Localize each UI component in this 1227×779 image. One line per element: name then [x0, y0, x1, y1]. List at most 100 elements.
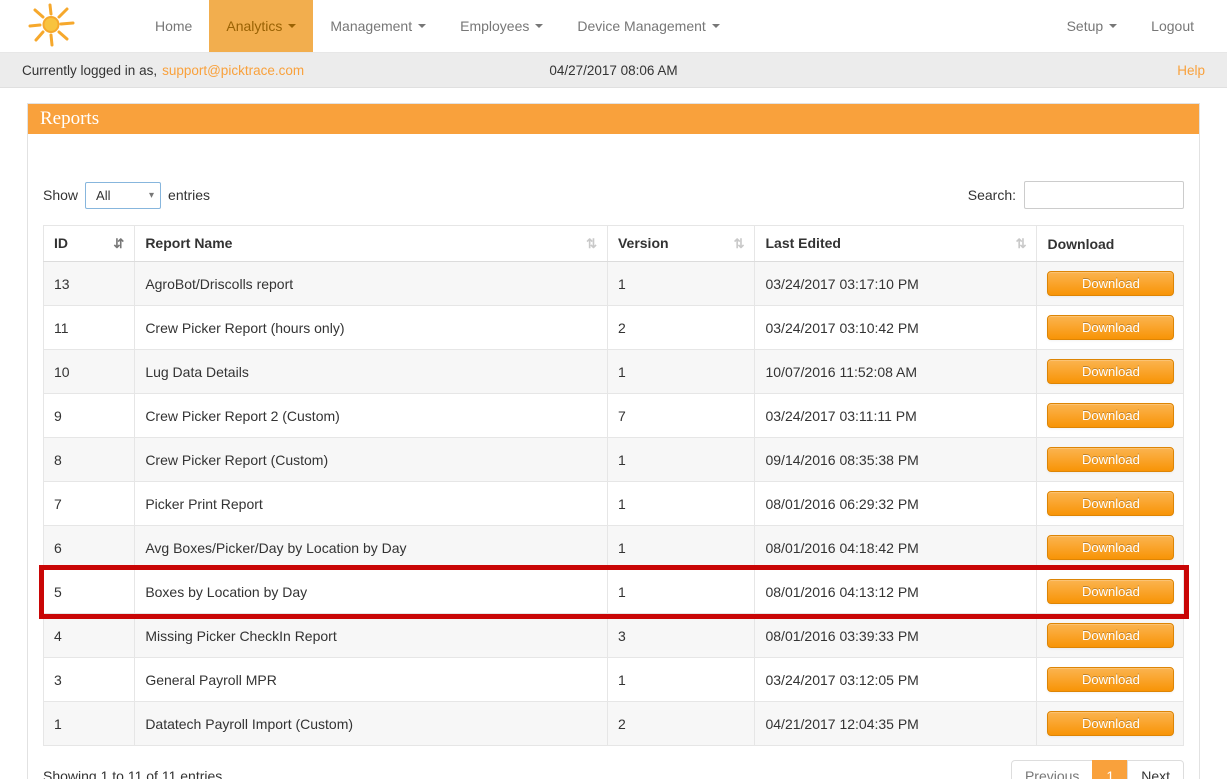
cell-download: Download [1036, 525, 1184, 570]
panel-title: Reports [28, 104, 1199, 134]
cell-download: Download [1036, 437, 1184, 482]
reports-table: ID ⇵ Report Name ⇅ Version ⇅ Last Edited ⇅ Downl… [38, 225, 1189, 746]
cell-name: Boxes by Location by Day [134, 569, 608, 614]
nav-item-device-management[interactable]: Device Management [560, 0, 736, 52]
nav-item-label: Employees [460, 18, 530, 34]
cell-download: Download [1036, 305, 1184, 350]
column-header-report-name[interactable]: Report Name ⇅ [134, 225, 608, 262]
picktrace-logo[interactable] [0, 0, 120, 52]
pagination-next-button[interactable]: Next [1127, 760, 1184, 779]
search-control: Search: [968, 181, 1184, 209]
table-header-row: ID ⇵ Report Name ⇅ Version ⇅ Last Edited ⇅ Downl… [42, 225, 1184, 262]
cell-last-edited: 08/01/2016 06:29:32 PM [754, 481, 1038, 526]
cell-id: 11 [42, 305, 136, 350]
download-button[interactable]: Download [1047, 359, 1175, 384]
download-button[interactable]: Download [1047, 271, 1175, 296]
pagination-page-1-button[interactable]: 1 [1092, 760, 1129, 779]
download-button[interactable]: Download [1047, 535, 1175, 560]
cell-last-edited: 03/24/2017 03:10:42 PM [754, 305, 1038, 350]
table-row: 6 Avg Boxes/Picker/Day by Location by Day… [42, 525, 1184, 570]
cell-download: Download [1036, 657, 1184, 702]
pagination-previous-button[interactable]: Previous [1010, 760, 1094, 779]
cell-download: Download [1036, 349, 1184, 394]
nav-item-home[interactable]: Home [138, 0, 209, 52]
cell-name: Avg Boxes/Picker/Day by Location by Day [134, 525, 608, 570]
chevron-down-icon [535, 24, 544, 28]
nav-item-employees[interactable]: Employees [443, 0, 560, 52]
cell-name: General Payroll MPR [134, 657, 608, 702]
entries-summary: Showing 1 to 11 of 11 entries [43, 768, 223, 779]
cell-id: 6 [42, 525, 136, 570]
reports-panel: Reports Show All ▾ entries Search: ID ⇵ Re… [27, 103, 1200, 779]
entries-label: entries [168, 187, 211, 203]
column-header-version[interactable]: Version ⇅ [606, 225, 756, 262]
cell-version: 1 [606, 349, 756, 394]
cell-version: 1 [606, 525, 756, 570]
cell-download: Download [1036, 613, 1184, 658]
chevron-down-icon [288, 24, 297, 28]
help-link[interactable]: Help [1177, 63, 1205, 78]
cell-name: AgroBot/Driscolls report [134, 261, 608, 306]
column-header-last-edited[interactable]: Last Edited ⇅ [754, 225, 1038, 262]
download-button[interactable]: Download [1047, 711, 1175, 736]
table-controls: Show All ▾ entries Search: [43, 181, 1184, 209]
nav-item-management[interactable]: Management [313, 0, 443, 52]
search-input[interactable] [1024, 181, 1184, 209]
sort-icon: ⇅ [586, 236, 597, 251]
search-label: Search: [967, 187, 1016, 203]
top-navigation: Home Analytics Management Employees Device M… [0, 0, 1227, 53]
cell-id: 8 [42, 437, 136, 482]
table-row: 11 Crew Picker Report (hours only) 2 03/24/… [42, 305, 1184, 350]
table-row: 1 Datatech Payroll Import (Custom) 2 04/21/… [42, 701, 1184, 746]
table-row-highlighted: 5 Boxes by Location by Day 1 08/01/2016 04:… [38, 564, 1189, 619]
cell-id: 7 [42, 481, 136, 526]
table-row: 10 Lug Data Details 1 10/07/2016 11:52:08 A… [42, 349, 1184, 394]
cell-last-edited: 08/01/2016 04:18:42 PM [754, 525, 1038, 570]
table-row: 8 Crew Picker Report (Custom) 1 09/14/2016 … [42, 437, 1184, 482]
show-entries-control: Show All ▾ entries [43, 181, 211, 209]
cell-id: 1 [42, 701, 136, 746]
chevron-down-icon [711, 24, 720, 28]
chevron-down-icon: ▾ [149, 189, 155, 201]
nav-item-setup[interactable]: Setup [1050, 0, 1135, 52]
nav-item-analytics[interactable]: Analytics [209, 0, 314, 52]
cell-version: 1 [606, 261, 756, 306]
column-header-id[interactable]: ID ⇵ [42, 225, 136, 262]
nav-item-label: Device Management [577, 18, 706, 34]
download-button[interactable]: Download [1047, 315, 1175, 340]
cell-download: Download [1036, 261, 1184, 306]
sort-icon: ⇅ [1015, 236, 1027, 251]
logged-in-email-link[interactable]: support@picktrace.com [162, 63, 304, 78]
download-button[interactable]: Download [1047, 667, 1175, 692]
nav-item-label: Analytics [226, 18, 283, 34]
cell-download: Download [1036, 393, 1184, 438]
cell-name: Picker Print Report [134, 481, 608, 526]
nav-item-logout[interactable]: Logout [1134, 0, 1211, 52]
cell-version: 2 [606, 701, 756, 746]
cell-version: 1 [606, 657, 756, 702]
cell-id: 4 [42, 613, 136, 658]
cell-last-edited: 03/24/2017 03:17:10 PM [754, 261, 1038, 306]
logged-in-text: Currently logged in as, [22, 62, 158, 78]
sun-logo-icon [20, 2, 86, 51]
cell-version: 1 [606, 569, 756, 614]
column-header-label: Last Edited [765, 235, 841, 251]
cell-last-edited: 03/24/2017 03:12:05 PM [754, 657, 1038, 702]
nav-item-label: Logout [1151, 18, 1194, 34]
cell-last-edited: 03/24/2017 03:11:11 PM [754, 393, 1038, 438]
table-row: 7 Picker Print Report 1 08/01/2016 06:29:32… [42, 481, 1184, 526]
entries-length-select[interactable]: All ▾ [85, 181, 162, 209]
download-button[interactable]: Download [1047, 447, 1175, 472]
download-button[interactable]: Download [1047, 579, 1175, 604]
cell-id: 5 [42, 569, 136, 614]
download-button[interactable]: Download [1047, 623, 1175, 648]
cell-download: Download [1036, 481, 1184, 526]
cell-name: Missing Picker CheckIn Report [134, 613, 608, 658]
download-button[interactable]: Download [1047, 403, 1175, 428]
column-header-download: Download [1036, 225, 1184, 262]
cell-download: Download [1036, 701, 1184, 746]
cell-version: 7 [606, 393, 756, 438]
table-row: 13 AgroBot/Driscolls report 1 03/24/2017 03… [42, 261, 1184, 306]
chevron-down-icon [418, 24, 427, 28]
download-button[interactable]: Download [1047, 491, 1175, 516]
